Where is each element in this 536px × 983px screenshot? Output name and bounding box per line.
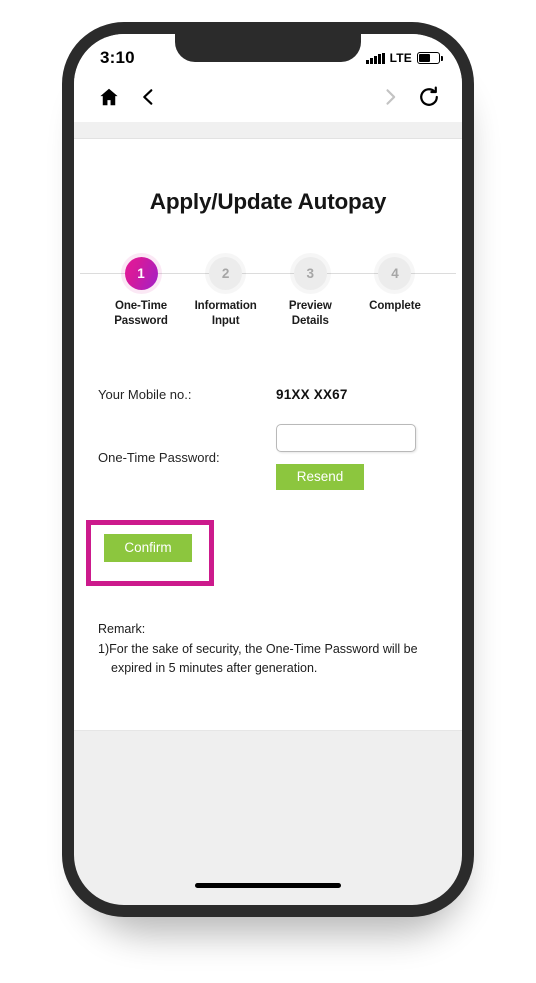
otp-label: One-Time Password: <box>98 449 220 465</box>
phone-notch <box>175 34 361 62</box>
status-indicators: LTE <box>366 45 443 65</box>
step-circle-4: 4 <box>378 257 412 290</box>
step-label-4: Complete <box>369 299 421 314</box>
remark-item-text: For the sake of security, the One-Time P… <box>109 642 418 675</box>
step-label-1-line2: Password <box>114 315 168 327</box>
mobile-number-value: 91XX XX67 <box>276 386 348 402</box>
nav-separator <box>74 122 462 139</box>
resend-button[interactable]: Resend <box>276 464 364 490</box>
step-label-3-line2: Details <box>291 315 329 327</box>
step-label-4-line1: Complete <box>369 300 421 312</box>
otp-input[interactable] <box>276 424 416 452</box>
home-indicator[interactable] <box>195 883 341 888</box>
confirm-button-wrap: Confirm <box>86 520 224 586</box>
reload-icon[interactable] <box>418 86 440 113</box>
step-label-3: Preview Details <box>289 299 332 329</box>
remark-title: Remark: <box>98 622 146 636</box>
otp-controls: Resend <box>276 424 416 490</box>
step-label-2: Information Input <box>195 299 257 329</box>
home-icon[interactable] <box>98 86 120 113</box>
remark-item: 1)For the sake of security, the One-Time… <box>98 640 438 678</box>
form-area: Your Mobile no.: 91XX XX67 One-Time Pass… <box>86 377 438 586</box>
chevron-right-icon[interactable] <box>380 86 400 113</box>
browser-nav-left-group <box>98 86 158 113</box>
step-circle-1: 1 <box>124 257 158 290</box>
step-label-1: One-Time Password <box>114 299 168 329</box>
remark-section: Remark: 1)For the sake of security, the … <box>98 620 438 678</box>
step-circle-3: 3 <box>293 257 327 290</box>
browser-nav-bar <box>74 76 462 122</box>
confirm-button[interactable]: Confirm <box>104 534 192 562</box>
network-type-label: LTE <box>389 51 412 65</box>
remark-item-number: 1) <box>98 642 110 656</box>
step-label-3-line1: Preview <box>288 300 332 312</box>
page-content: Apply/Update Autopay 1 One-Time Password… <box>74 139 462 731</box>
step-one-time-password[interactable]: 1 One-Time Password <box>102 257 180 329</box>
step-label-2-line2: Input <box>211 315 240 327</box>
otp-row: One-Time Password: Resend <box>98 424 438 490</box>
step-complete[interactable]: 4 Complete <box>356 257 434 329</box>
mobile-number-label: Your Mobile no.: <box>98 386 192 402</box>
step-label-1-line1: One-Time <box>114 300 168 312</box>
browser-nav-right-group <box>380 86 440 113</box>
mobile-number-row: Your Mobile no.: 91XX XX67 <box>98 377 438 411</box>
step-circle-2: 2 <box>209 257 243 290</box>
chevron-left-icon[interactable] <box>138 86 158 113</box>
progress-stepper: 1 One-Time Password 2 Information Input … <box>80 257 456 329</box>
step-information-input[interactable]: 2 Information Input <box>187 257 265 329</box>
phone-frame: 3:10 LTE Apply/Update Autopay 1 One-Time… <box>62 22 474 917</box>
phone-screen: 3:10 LTE Apply/Update Autopay 1 One-Time… <box>74 34 462 905</box>
battery-icon <box>417 52 443 64</box>
step-label-2-line1: Information <box>194 300 257 312</box>
page-title: Apply/Update Autopay <box>149 189 387 214</box>
status-time: 3:10 <box>100 48 135 67</box>
step-preview-details[interactable]: 3 Preview Details <box>271 257 349 329</box>
signal-bars-icon <box>366 52 385 64</box>
